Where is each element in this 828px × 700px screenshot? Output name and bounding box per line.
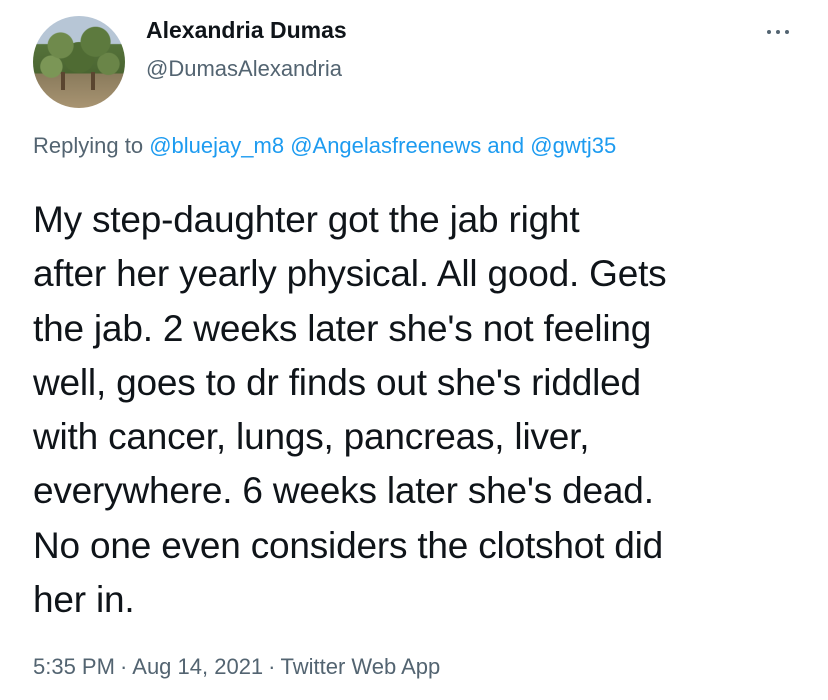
tweet-card: Alexandria Dumas @DumasAlexandria Replyi… [0,0,828,700]
tweet-text-line: her in. [33,579,135,621]
more-horizontal-icon[interactable] [760,22,796,42]
tweet-source[interactable]: Twitter Web App [281,654,441,679]
mention-link[interactable]: @gwtj35 [530,133,616,158]
replying-to-line: Replying to @bluejay_m8 @Angelasfreenews… [33,133,616,159]
tweet-text-line: after her yearly physical. All good. Get… [33,253,667,295]
tweet-text-line: My step-daughter got the jab right [33,199,580,240]
tweet-text-line: the jab. 2 weeks later she's not feeling [33,307,652,349]
author-handle[interactable]: @DumasAlexandria [146,56,342,82]
avatar-tree-trunk [61,72,65,90]
avatar[interactable] [33,16,125,108]
tweet-text-line: with cancer, lungs, pancreas, liver, [33,416,590,458]
meta-separator: · [119,654,128,679]
tweet-text-line: well, goes to dr finds out she's riddled [33,361,641,403]
mention-conjunction[interactable]: and [487,133,524,158]
tweet-text: My step-daughter got the jab right after… [33,193,823,627]
tweet-time[interactable]: 5:35 PM [33,654,115,679]
avatar-tree-trunk [91,72,95,90]
tweet-metadata: 5:35 PM · Aug 14, 2021 · Twitter Web App [33,654,440,680]
meta-separator: · [268,654,276,679]
mention-link[interactable]: @bluejay_m8 [149,133,284,158]
tweet-text-line: No one even considers the clotshot did [33,524,664,566]
author-name[interactable]: Alexandria Dumas [146,17,347,44]
tweet-date[interactable]: Aug 14, 2021 [132,654,263,679]
tweet-text-line: everywhere. 6 weeks later she's dead. [33,470,654,512]
replying-to-label: Replying to [33,133,144,158]
mention-link[interactable]: @Angelasfreenews [290,133,481,158]
